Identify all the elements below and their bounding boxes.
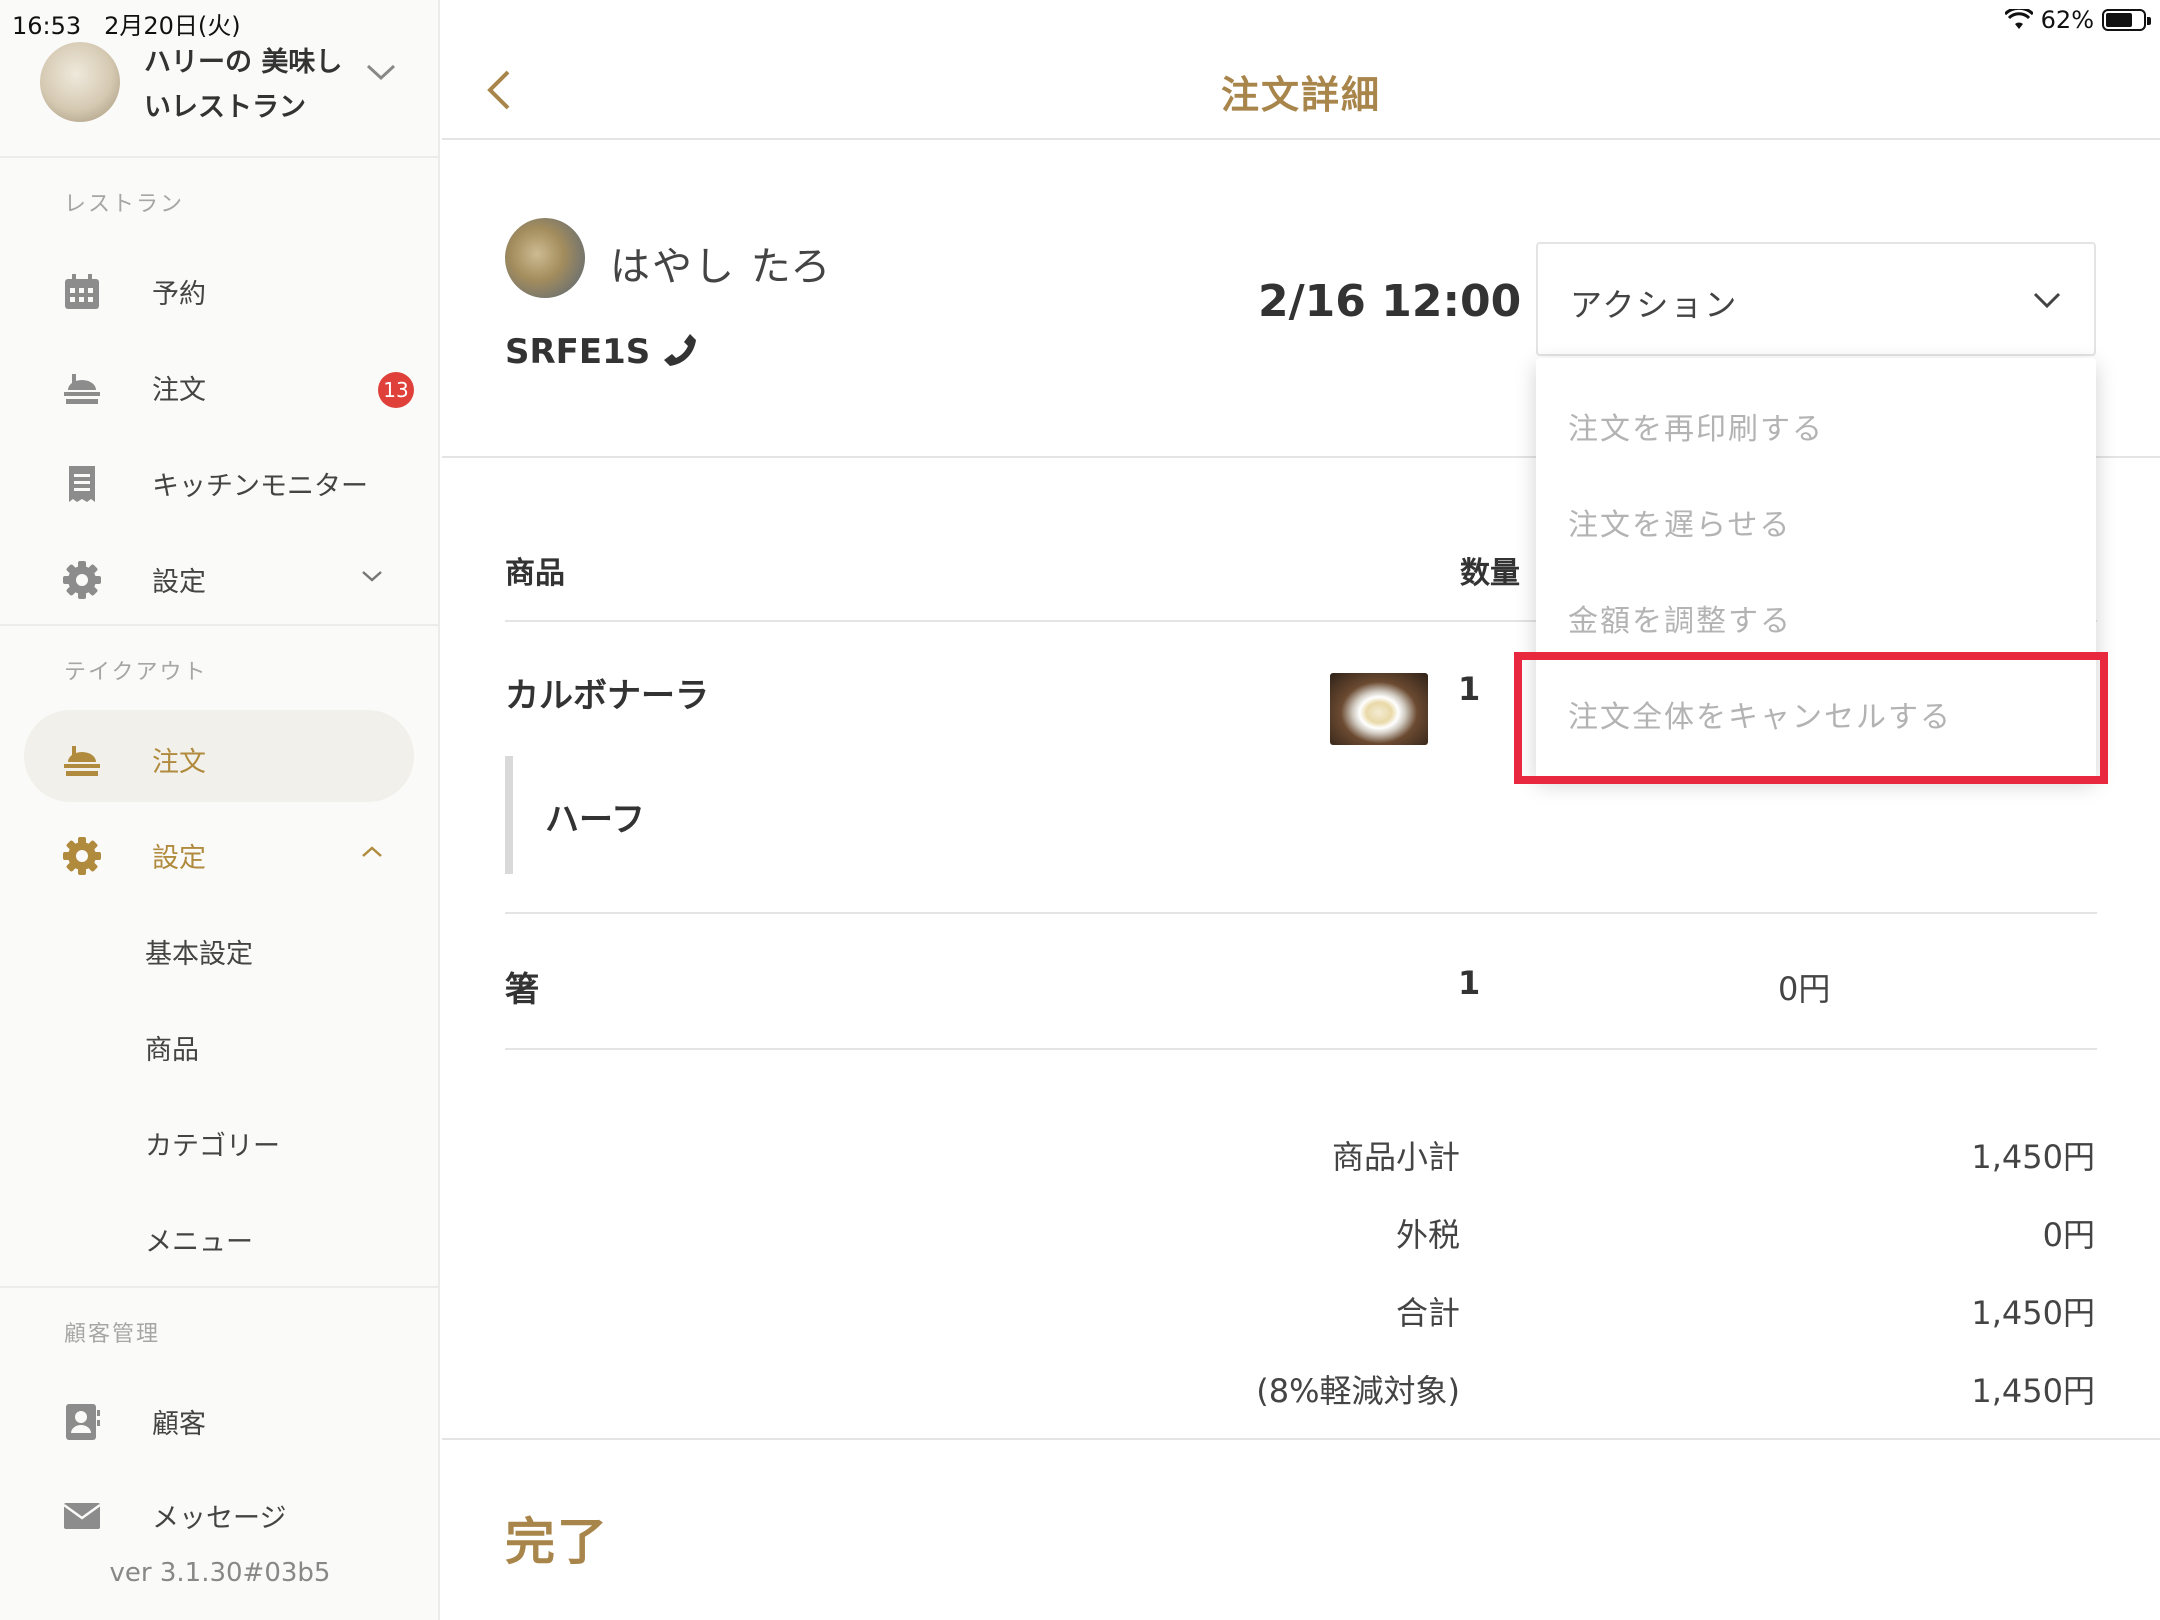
item-price: 0円 [1778, 970, 1831, 1008]
status-bar: 16:53 2月20日(火) 62% [0, 0, 2160, 40]
receipt-icon [69, 466, 95, 502]
menu-item-delay[interactable]: 注文を遅らせる [1568, 500, 1791, 544]
chevron-down-icon [366, 64, 396, 81]
item-name: カルボナーラ [505, 676, 709, 716]
sidebar-item-reservation[interactable]: 予約 [24, 242, 414, 334]
sidebar-item-takeout-settings[interactable]: 設定 [24, 806, 414, 898]
summary-reduced-rate-label: (8%軽減対象) [1256, 1372, 1460, 1410]
summary-reduced-rate-value: 1,450円 [1971, 1372, 2095, 1410]
sidebar-subitem-categories[interactable]: カテゴリー [145, 1124, 280, 1163]
chevron-down-icon [362, 571, 382, 582]
customer-avatar [505, 218, 585, 298]
highlight-box [1514, 652, 2108, 784]
action-dropdown-label: アクション [1570, 286, 1739, 324]
summary-subtotal-value: 1,450円 [1971, 1138, 2095, 1176]
column-header-quantity: 数量 [1460, 556, 1520, 591]
column-header-product: 商品 [505, 556, 565, 591]
sidebar-subitem-basic-settings[interactable]: 基本設定 [145, 932, 253, 971]
summary-tax-label: 外税 [1395, 1216, 1460, 1254]
store-switcher[interactable]: ハリーの 美味しいレストラン [40, 40, 430, 160]
sidebar-item-kitchen-monitor[interactable]: キッチンモニター [24, 434, 414, 526]
order-status: 完了 [505, 1513, 609, 1571]
menu-item-reprint[interactable]: 注文を再印刷する [1568, 404, 1824, 448]
gear-icon [63, 837, 101, 875]
status-time: 16:53 2月20日(火) [12, 6, 241, 41]
sidebar-item-label: 設定 [152, 843, 206, 874]
order-time: 2/16 12:00 [1258, 276, 1522, 327]
sidebar-item-customers[interactable]: 顧客 [24, 1372, 414, 1464]
page-title: 注文詳細 [1220, 73, 1381, 117]
phone-icon[interactable] [660, 330, 700, 370]
section-restaurant: レストラン [64, 192, 185, 217]
customer-name: はやし たろ [610, 244, 833, 290]
sidebar-item-label: 顧客 [152, 1409, 206, 1440]
contact-card-icon [66, 1404, 100, 1440]
summary-total-label: 合計 [1395, 1294, 1460, 1332]
envelope-icon [63, 1503, 101, 1529]
food-tray-icon [64, 746, 100, 776]
wifi-icon [2004, 9, 2033, 29]
status-right: 62% [2004, 6, 2151, 34]
chevron-up-icon [362, 846, 382, 857]
row-divider [505, 1048, 2097, 1050]
sidebar-item-label: 注文 [152, 747, 206, 778]
sidebar-subitem-products[interactable]: 商品 [145, 1028, 199, 1067]
battery-percent: 62% [2040, 6, 2094, 34]
sidebar-divider [0, 624, 440, 626]
order-count-badge: 13 [378, 372, 414, 408]
item-option: ハーフ [545, 800, 645, 840]
clock-date: 2月20日(火) [104, 12, 241, 40]
item-quantity: 1 [1458, 670, 1481, 708]
sidebar-item-restaurant-orders[interactable]: 注文 13 [24, 338, 414, 430]
sidebar-item-label: 予約 [152, 279, 206, 310]
chevron-down-icon [2033, 292, 2061, 309]
summary-tax-value: 0円 [2042, 1216, 2095, 1254]
app-version: ver 3.1.30#03b5 [109, 1558, 331, 1588]
calendar-icon [65, 274, 99, 309]
section-divider [442, 1438, 2160, 1440]
summary-total-value: 1,450円 [1971, 1294, 2095, 1332]
sidebar-item-label: 注文 [152, 375, 206, 406]
sidebar-item-takeout-orders[interactable]: 注文 [24, 710, 414, 802]
order-code: SRFE1S [505, 332, 651, 372]
food-tray-icon [64, 374, 100, 404]
sidebar-subitem-menu[interactable]: メニュー [145, 1220, 253, 1259]
option-indicator [505, 756, 513, 874]
store-name: ハリーの 美味しいレストラン [144, 47, 343, 123]
summary-subtotal-label: 商品小計 [1331, 1138, 1460, 1176]
sidebar-item-label: キッチンモニター [152, 471, 368, 502]
sidebar-item-label: メッセージ [152, 1503, 287, 1534]
page-header: 注文詳細 [442, 40, 2160, 140]
sidebar-divider [0, 1286, 440, 1288]
item-quantity: 1 [1458, 964, 1481, 1002]
action-dropdown[interactable]: アクション [1536, 242, 2096, 356]
item-thumbnail [1330, 673, 1428, 745]
menu-item-adjust-amount[interactable]: 金額を調整する [1568, 596, 1792, 640]
battery-icon [2102, 9, 2151, 31]
row-divider [505, 912, 2097, 914]
store-avatar [40, 42, 120, 122]
section-customer-management: 顧客管理 [64, 1322, 161, 1347]
sidebar-divider [0, 156, 440, 158]
sidebar-item-restaurant-settings[interactable]: 設定 [24, 530, 414, 622]
sidebar-item-messages[interactable]: メッセージ [24, 1466, 414, 1558]
sidebar-item-label: 設定 [152, 567, 206, 598]
sidebar: ハリーの 美味しいレストラン レストラン 予約 注文 13 キッチンモニター 設… [0, 0, 440, 1620]
clock-time: 16:53 [12, 12, 82, 40]
item-name: 箸 [505, 970, 539, 1010]
gear-icon [63, 561, 101, 599]
section-takeout: テイクアウト [64, 660, 208, 685]
